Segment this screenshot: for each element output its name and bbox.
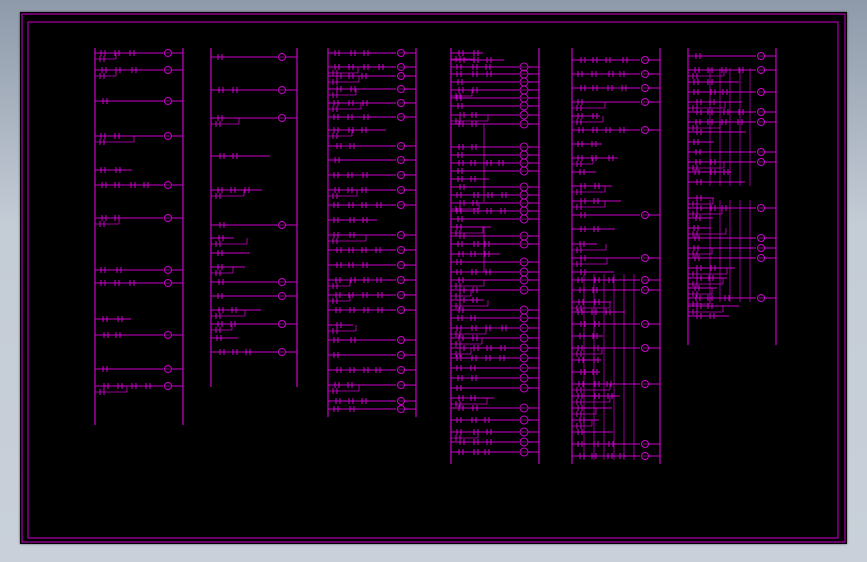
ladder-diagram-drawing [21, 13, 846, 543]
inner-frame [27, 21, 839, 539]
cad-viewport[interactable] [20, 12, 847, 544]
